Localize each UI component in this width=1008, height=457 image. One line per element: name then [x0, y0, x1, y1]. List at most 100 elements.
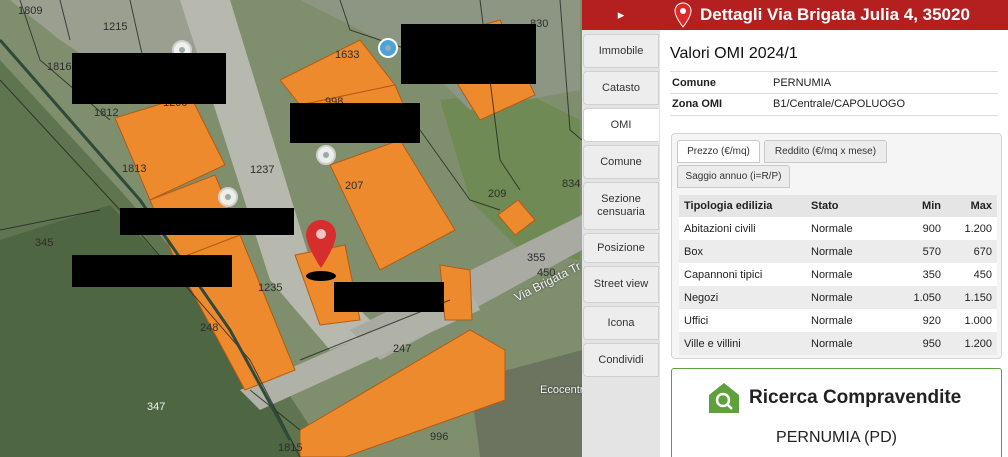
cell-max: 1.200	[946, 332, 997, 355]
divider	[670, 93, 998, 94]
cell-stato: Normale	[806, 332, 896, 355]
parcel-label: 209	[488, 188, 507, 200]
ricerca-compravendite-card[interactable]: Ricerca Compravendite PERNUMIA (PD)	[671, 368, 1002, 457]
divider	[670, 71, 998, 72]
subtab-prezzo[interactable]: Prezzo (€/mq)	[677, 140, 760, 163]
side-tabs: ▸ Immobile Catasto OMI Comune Sezione ce…	[582, 0, 660, 457]
cell-max: 450	[946, 263, 997, 286]
map-pin-icon	[674, 2, 692, 28]
parcel-label: 996	[430, 431, 449, 443]
parcel-label: 248	[200, 322, 219, 334]
location-pin-icon[interactable]	[304, 218, 338, 282]
parcel-label: 1812	[94, 107, 119, 119]
cell-tipologia: Abitazioni civili	[679, 217, 806, 240]
parcel-label: 1813	[122, 163, 147, 175]
redacted-area	[120, 208, 294, 235]
cell-min: 1.050	[896, 286, 946, 309]
cell-max: 670	[946, 240, 997, 263]
tab-sezione-censuaria[interactable]: Sezione censuaria	[583, 182, 659, 230]
table-row: Abitazioni civili Normale 900 1.200	[679, 217, 997, 240]
table-row: Uffici Normale 920 1.000	[679, 309, 997, 332]
comune-label: Comune	[672, 77, 716, 89]
parcel-label: 1809	[18, 5, 43, 17]
zona-label: Zona OMI	[672, 98, 723, 110]
zona-value: B1/Centrale/CAPOLUOGO	[773, 98, 906, 110]
detail-panel: Dettagli Via Brigata Julia 4, 35020 Valo…	[660, 0, 1008, 457]
cell-min: 920	[896, 309, 946, 332]
cell-tipologia: Box	[679, 240, 806, 263]
redacted-area	[72, 53, 226, 104]
cell-stato: Normale	[806, 286, 896, 309]
parcel-label: 1235	[258, 282, 283, 294]
redacted-area	[72, 255, 232, 287]
col-max: Max	[946, 195, 997, 217]
poi-marker[interactable]	[218, 187, 238, 207]
parcel-label: 1633	[335, 49, 360, 61]
cell-min: 350	[896, 263, 946, 286]
panel-header: Dettagli Via Brigata Julia 4, 35020	[660, 0, 1008, 30]
cell-max: 1.200	[946, 217, 997, 240]
cell-stato: Normale	[806, 217, 896, 240]
cell-min: 900	[896, 217, 946, 240]
redacted-area	[334, 282, 444, 312]
tab-street-view[interactable]: Street view	[583, 266, 659, 303]
parcel-label: 1815	[278, 442, 303, 454]
parcel-label: 347	[147, 401, 166, 413]
parcel-label: 834	[562, 178, 581, 190]
divider	[670, 115, 998, 116]
redacted-area	[401, 24, 536, 84]
col-stato: Stato	[806, 195, 896, 217]
parcel-label: 1237	[250, 164, 275, 176]
ricerca-logo: Ricerca Compravendite	[707, 381, 961, 415]
redacted-area	[290, 103, 420, 143]
parcel-label: 345	[35, 237, 54, 249]
cell-stato: Normale	[806, 263, 896, 286]
cell-tipologia: Ville e villini	[679, 332, 806, 355]
omi-table: Tipologia edilizia Stato Min Max Abitazi…	[679, 195, 997, 355]
table-row: Negozi Normale 1.050 1.150	[679, 286, 997, 309]
info-row-comune: Comune PERNUMIA	[672, 77, 831, 89]
cell-tipologia: Uffici	[679, 309, 806, 332]
cell-max: 1.150	[946, 286, 997, 309]
poi-label-ecocentro: Ecocentro	[540, 384, 582, 396]
col-min: Min	[896, 195, 946, 217]
ricerca-title: Ricerca Compravendite	[749, 387, 962, 408]
tab-icona[interactable]: Icona	[583, 306, 659, 340]
tab-posizione[interactable]: Posizione	[583, 233, 659, 263]
info-poi-icon[interactable]	[378, 38, 398, 58]
cell-tipologia: Negozi	[679, 286, 806, 309]
table-row: Box Normale 570 670	[679, 240, 997, 263]
panel-title: Dettagli Via Brigata Julia 4, 35020	[700, 5, 970, 24]
parcel-label: 1215	[103, 21, 128, 33]
cell-tipologia: Capannoni tipici	[679, 263, 806, 286]
omi-title: Valori OMI 2024/1	[670, 45, 798, 62]
table-row: Capannoni tipici Normale 350 450	[679, 263, 997, 286]
tab-catasto[interactable]: Catasto	[583, 71, 659, 105]
table-header-row: Tipologia edilizia Stato Min Max	[679, 195, 997, 217]
cell-min: 570	[896, 240, 946, 263]
cell-max: 1.000	[946, 309, 997, 332]
cell-min: 950	[896, 332, 946, 355]
poi-marker[interactable]	[316, 145, 336, 165]
tab-omi[interactable]: OMI	[583, 108, 659, 142]
tab-comune[interactable]: Comune	[583, 145, 659, 179]
collapse-panel-button[interactable]: ▸	[582, 0, 660, 30]
parcel-label: 1816	[47, 61, 72, 73]
cell-stato: Normale	[806, 240, 896, 263]
map-view[interactable]: 1809 1215 1816 1200 1812 1813 1633 998 1…	[0, 0, 582, 457]
table-row: Ville e villini Normale 950 1.200	[679, 332, 997, 355]
parcel-label: 247	[393, 343, 412, 355]
subtab-reddito[interactable]: Reddito (€/mq x mese)	[764, 140, 887, 163]
parcel-label: 355	[527, 252, 546, 264]
cell-stato: Normale	[806, 309, 896, 332]
omi-values-box: Prezzo (€/mq) Reddito (€/mq x mese) Sagg…	[671, 133, 1002, 359]
tab-immobile[interactable]: Immobile	[583, 34, 659, 68]
ricerca-city: PERNUMIA (PD)	[776, 429, 897, 446]
parcel-label: 207	[345, 180, 364, 192]
chevron-right-icon: ▸	[617, 7, 625, 22]
subtab-saggio[interactable]: Saggio annuo (i=R/P)	[677, 165, 790, 188]
col-tipologia: Tipologia edilizia	[679, 195, 806, 217]
tab-condividi[interactable]: Condividi	[583, 343, 659, 377]
info-row-zona: Zona OMI B1/Centrale/CAPOLUOGO	[672, 98, 905, 110]
comune-value: PERNUMIA	[773, 77, 832, 89]
